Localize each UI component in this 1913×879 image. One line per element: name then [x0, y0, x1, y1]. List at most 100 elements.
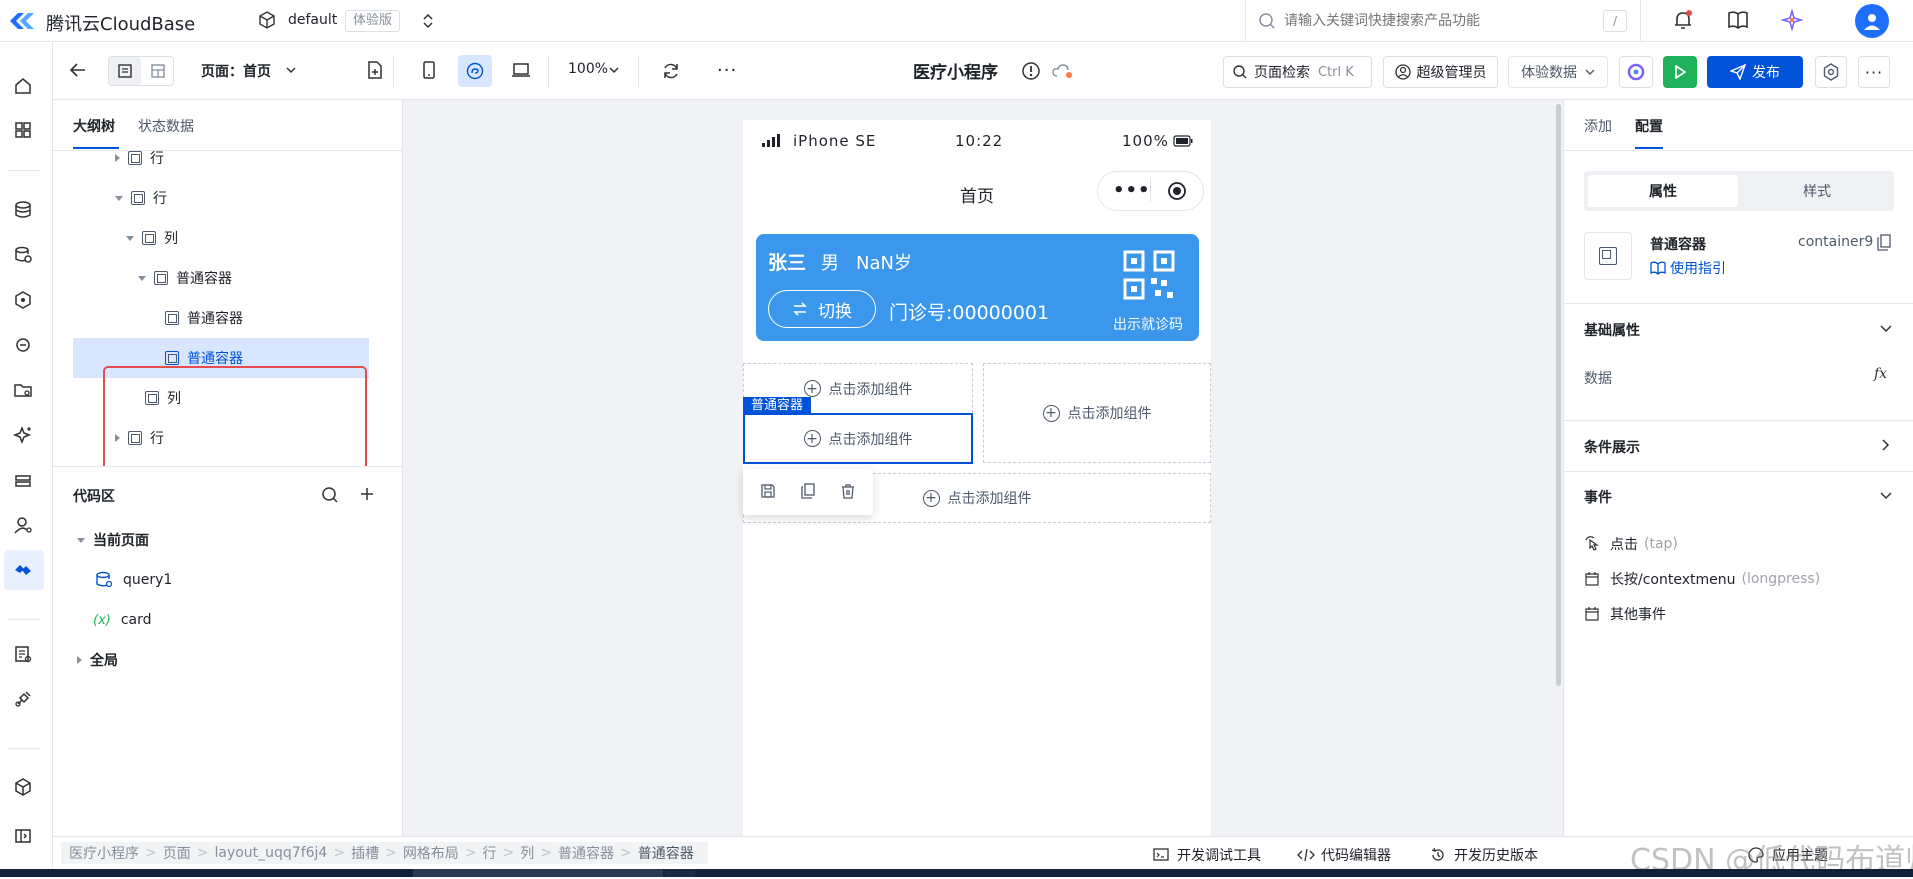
- caret-down-icon[interactable]: [77, 537, 85, 543]
- info-icon[interactable]: [1021, 61, 1041, 81]
- capsule-more-icon[interactable]: •••: [1113, 180, 1151, 201]
- copy-icon[interactable]: [800, 483, 816, 499]
- user-manage-icon[interactable]: [11, 513, 35, 537]
- event-tap[interactable]: 点击 (tap): [1584, 534, 1678, 554]
- tab-outline-tree[interactable]: 大纲树: [73, 116, 115, 136]
- tree-node-container[interactable]: 普通容器: [138, 258, 232, 298]
- page-search-button[interactable]: 页面检索 Ctrl K: [1223, 56, 1372, 88]
- env-name[interactable]: default: [288, 12, 337, 28]
- copy-id-icon[interactable]: [1876, 234, 1892, 252]
- zoom-level[interactable]: 100%: [568, 61, 608, 77]
- breadcrumb-item[interactable]: 普通容器: [558, 843, 614, 863]
- code-search-icon[interactable]: [321, 486, 339, 504]
- env-switch-icon[interactable]: [422, 12, 434, 30]
- publish-button[interactable]: 发布: [1707, 56, 1803, 88]
- cloud-sync-icon[interactable]: [1052, 63, 1074, 79]
- collapse-sidebar-icon[interactable]: [11, 824, 35, 848]
- dev-tools-button[interactable]: 开发调试工具: [1153, 845, 1261, 865]
- add-page-icon[interactable]: [366, 60, 384, 80]
- breadcrumb-item[interactable]: 行: [483, 843, 497, 863]
- run-preview-button[interactable]: [1663, 56, 1697, 88]
- zoom-chevron-icon[interactable]: [609, 66, 619, 74]
- subtab-properties[interactable]: 属性: [1588, 175, 1738, 207]
- database-icon[interactable]: [11, 198, 35, 222]
- condition-header[interactable]: 条件展示: [1584, 437, 1640, 457]
- data-model-icon[interactable]: [11, 243, 35, 267]
- qr-code-icon[interactable]: [1123, 250, 1175, 300]
- lowcode-app-icon[interactable]: [11, 558, 35, 582]
- current-page-group[interactable]: 当前页面: [77, 520, 149, 560]
- book-icon[interactable]: [1727, 10, 1749, 30]
- shield-icon[interactable]: [11, 288, 35, 312]
- breadcrumb-item[interactable]: 列: [520, 843, 534, 863]
- layout-view-icon[interactable]: [143, 57, 173, 85]
- save-icon[interactable]: [760, 483, 776, 499]
- workflow-icon[interactable]: [11, 333, 35, 357]
- desktop-device-icon[interactable]: [511, 61, 531, 79]
- caret-right-icon[interactable]: [115, 154, 120, 162]
- code-editor-button[interactable]: 代码编辑器: [1297, 845, 1391, 865]
- usage-guide-link[interactable]: 使用指引: [1650, 258, 1726, 278]
- switch-patient-button[interactable]: 切换: [768, 290, 876, 328]
- tab-state-data[interactable]: 状态数据: [138, 116, 194, 136]
- role-button[interactable]: 超级管理员: [1383, 56, 1498, 88]
- tab-config[interactable]: 配置: [1635, 116, 1663, 136]
- breadcrumb-item[interactable]: 插槽: [351, 843, 379, 863]
- history-button[interactable]: 开发历史版本: [1430, 845, 1538, 865]
- ai-star-icon[interactable]: [11, 423, 35, 447]
- selected-container[interactable]: + 点击添加组件: [743, 413, 973, 464]
- app-theme-button[interactable]: 应用主题: [1748, 845, 1828, 865]
- plugin-icon[interactable]: [11, 687, 35, 711]
- event-longpress[interactable]: 长按/contextmenu (longpress): [1584, 569, 1820, 589]
- tree-node-row[interactable]: 行: [115, 151, 164, 178]
- tree-node-row[interactable]: 行: [115, 178, 167, 218]
- event-other[interactable]: 其他事件: [1584, 604, 1666, 624]
- chevron-down-icon[interactable]: [1880, 492, 1892, 500]
- refresh-icon[interactable]: [661, 61, 681, 81]
- trash-icon[interactable]: [840, 483, 856, 499]
- ai-assistant-button[interactable]: [1619, 56, 1653, 88]
- app-settings-button[interactable]: [1815, 56, 1847, 88]
- folder-icon[interactable]: [11, 378, 35, 402]
- brand-name[interactable]: 腾讯云CloudBase: [46, 10, 195, 36]
- page-selector[interactable]: 页面：首页: [201, 61, 271, 81]
- cloudbase-logo-icon[interactable]: [8, 10, 36, 32]
- events-header[interactable]: 事件: [1584, 487, 1612, 507]
- more-menu-button[interactable]: ···: [1858, 56, 1890, 88]
- tree-node-column[interactable]: 列: [126, 218, 178, 258]
- more-icon[interactable]: ···: [717, 60, 737, 81]
- caret-down-icon[interactable]: [126, 235, 134, 241]
- query-item[interactable]: query1: [95, 560, 172, 600]
- basic-props-header[interactable]: 基础属性: [1584, 320, 1640, 340]
- miniprogram-device-icon[interactable]: [458, 55, 492, 87]
- global-group[interactable]: 全局: [77, 640, 118, 680]
- breadcrumb-item[interactable]: 网格布局: [403, 843, 459, 863]
- avatar[interactable]: [1855, 4, 1889, 38]
- fx-binding-icon[interactable]: fx: [1874, 366, 1887, 382]
- caret-right-icon[interactable]: [77, 656, 82, 664]
- breadcrumb-item[interactable]: 页面: [163, 843, 191, 863]
- report-icon[interactable]: [11, 642, 35, 666]
- add-code-icon[interactable]: [359, 486, 375, 502]
- chevron-down-icon[interactable]: [1880, 325, 1892, 333]
- canvas-scrollbar[interactable]: [1556, 104, 1561, 686]
- breadcrumb-item[interactable]: 医疗小程序: [69, 843, 139, 863]
- subtab-styles[interactable]: 样式: [1742, 175, 1892, 207]
- ai-sparkle-icon[interactable]: [1781, 9, 1803, 31]
- grid-apps-icon[interactable]: [11, 118, 35, 142]
- patient-card[interactable]: 张三 男 NaN岁 切换 门诊号:00000001 出示就诊码: [756, 234, 1199, 341]
- breadcrumb-current[interactable]: 普通容器: [638, 843, 694, 863]
- chevron-down-icon[interactable]: [286, 66, 296, 74]
- integration-icon[interactable]: [11, 468, 35, 492]
- breadcrumb-item[interactable]: layout_uqq7f6j4: [214, 845, 327, 861]
- data-mode-select[interactable]: 体验数据: [1508, 56, 1608, 88]
- bell-icon[interactable]: [1672, 9, 1694, 31]
- caret-down-icon[interactable]: [115, 195, 123, 201]
- tab-add[interactable]: 添加: [1584, 116, 1612, 136]
- caret-down-icon[interactable]: [138, 275, 146, 281]
- mobile-device-icon[interactable]: [422, 60, 436, 80]
- back-arrow-icon[interactable]: [69, 62, 87, 78]
- chevron-right-icon[interactable]: [1882, 439, 1890, 451]
- home-icon[interactable]: [11, 74, 35, 98]
- add-component-slot[interactable]: + 点击添加组件: [983, 363, 1211, 463]
